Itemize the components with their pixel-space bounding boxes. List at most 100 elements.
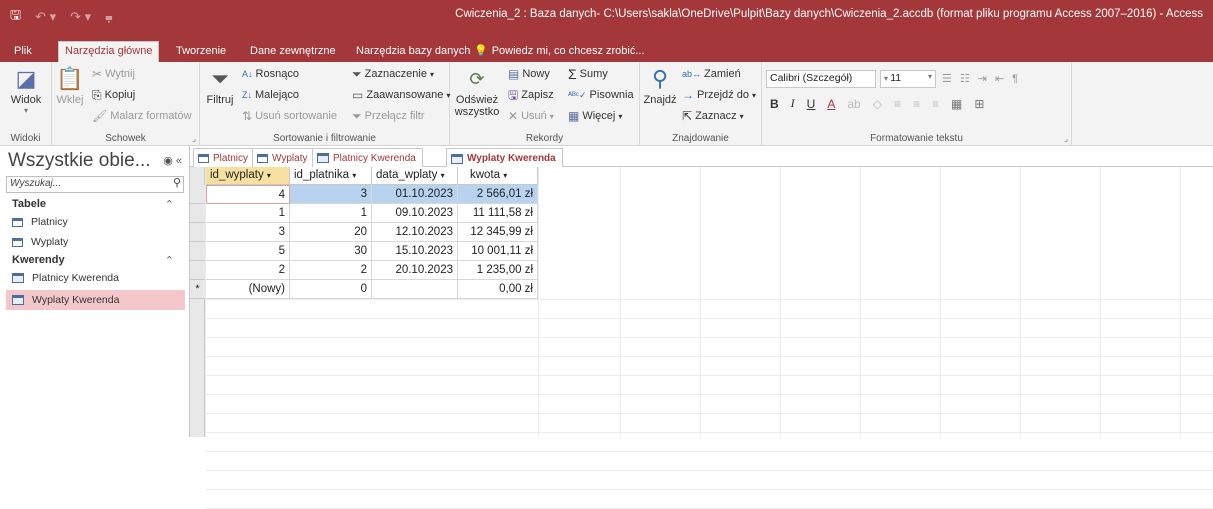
column-header-id-wyplaty[interactable]: id_wyplaty ▾ <box>206 167 290 185</box>
align-left-icon[interactable]: ≡ <box>894 97 901 111</box>
sort-descending-button[interactable]: Z↓ Malejąco <box>242 89 299 101</box>
tab-narzedzia-glowne[interactable]: Narzędzia główne <box>58 41 160 62</box>
nav-item-platnicy[interactable]: Platnicy <box>6 212 185 232</box>
refresh-all-button[interactable]: ⟳ Odśwież wszystko <box>454 66 500 118</box>
spelling-button[interactable]: ᴬᴮᶜ✓ Pisownia <box>568 89 634 101</box>
nav-menu-icon[interactable]: ◉ <box>163 155 176 167</box>
tell-me-box[interactable]: 💡 Powiedz mi, co chcesz zrobić... <box>468 42 651 62</box>
goto-button[interactable]: → Przejdź do ▾ <box>682 89 756 101</box>
table-cell[interactable]: 2 <box>290 261 372 280</box>
table-cell[interactable]: 4 <box>206 185 290 204</box>
tab-plik[interactable]: Plik <box>8 42 38 62</box>
nav-collapse-icon[interactable]: « <box>176 155 185 167</box>
column-header-id-platnika[interactable]: id_platnika ▾ <box>290 167 372 185</box>
save-icon[interactable]: 🖫 <box>10 6 21 28</box>
table-cell[interactable]: 3 <box>290 185 372 204</box>
gridlines-icon[interactable]: ⊞ <box>974 97 984 111</box>
table-cell[interactable]: 12 345,99 zł <box>458 223 538 242</box>
record-selector[interactable] <box>190 204 205 223</box>
table-cell[interactable]: 2 <box>206 261 290 280</box>
copy-button[interactable]: ⎘ Kopiuj <box>92 89 135 101</box>
new-record-cell[interactable] <box>372 280 458 299</box>
table-cell[interactable]: 20.10.2023 <box>372 261 458 280</box>
chevron-down-icon[interactable]: ▾ <box>267 171 271 180</box>
table-cell[interactable]: 2 566,01 zł <box>458 185 538 204</box>
nav-item-platnicy-kwerenda[interactable]: Platnicy Kwerenda <box>6 268 185 288</box>
italic-icon[interactable]: I <box>791 96 795 111</box>
align-center-icon[interactable]: ≡ <box>913 97 920 111</box>
underline-icon[interactable]: U <box>807 97 816 111</box>
doc-tab-wyplaty-kwerenda[interactable]: Wyplaty Kwerenda <box>446 148 563 168</box>
alternate-row-icon[interactable]: ▦ <box>951 97 962 111</box>
delete-record-button[interactable]: ✕ Usuń ▾ <box>508 110 554 122</box>
nav-item-wyplaty[interactable]: Wyplaty <box>6 232 185 252</box>
record-selector[interactable] <box>190 242 205 261</box>
font-size-select[interactable]: ▾ 11 ▾ <box>880 70 936 88</box>
more-button[interactable]: ▦ Więcej ▾ <box>568 110 622 122</box>
table-cell[interactable]: 5 <box>206 242 290 261</box>
totals-button[interactable]: Σ Sumy <box>568 67 608 81</box>
table-cell[interactable]: 3 <box>206 223 290 242</box>
new-record-cell[interactable]: 0,00 zł <box>458 280 538 299</box>
record-selector[interactable] <box>190 223 205 242</box>
dialog-launcher-icon[interactable]: ⌟ <box>192 134 196 143</box>
highlight-icon[interactable]: ab <box>847 97 860 111</box>
tab-tworzenie[interactable]: Tworzenie <box>170 42 232 62</box>
customize-qat-icon[interactable]: ⩦ <box>105 9 113 25</box>
find-button[interactable]: ⚲ Znajdź <box>642 66 678 106</box>
select-button[interactable]: ⇱ Zaznacz ▾ <box>682 110 744 122</box>
bold-icon[interactable]: B <box>770 97 779 111</box>
record-selector[interactable] <box>190 261 205 280</box>
align-right-icon[interactable]: ≡ <box>932 97 939 111</box>
replace-button[interactable]: ab↔ Zamień <box>682 68 741 80</box>
redo-icon[interactable]: ↷ ▾ <box>70 9 91 25</box>
view-button[interactable]: ◪ Widok ▾ <box>6 66 46 115</box>
nav-section-kwerendy[interactable]: Kwerendy ⌃ <box>12 254 182 267</box>
chevron-down-icon[interactable]: ▾ <box>441 171 445 180</box>
table-cell[interactable]: 12.10.2023 <box>372 223 458 242</box>
cut-button[interactable]: ✂ Wytnij <box>92 68 135 80</box>
new-record-cell[interactable]: 0 <box>290 280 372 299</box>
tab-dane-zewnetrzne[interactable]: Dane zewnętrzne <box>244 42 342 62</box>
dialog-launcher-icon[interactable]: ⌟ <box>1064 134 1068 143</box>
table-cell[interactable]: 1 <box>206 204 290 223</box>
font-color-icon[interactable]: A <box>827 97 835 111</box>
advanced-button[interactable]: ▭ Zaawansowane ▾ <box>352 89 450 101</box>
table-cell[interactable]: 20 <box>290 223 372 242</box>
toggle-filter-button[interactable]: ⏷ Przełącz filtr <box>352 110 425 122</box>
sort-ascending-button[interactable]: A↓ Rosnąco <box>242 68 299 80</box>
tab-narzedzia-bazy-danych[interactable]: Narzędzia bazy danych <box>350 42 476 62</box>
nav-section-tabele[interactable]: Tabele ⌃ <box>12 198 182 211</box>
nav-pane-title[interactable]: Wszystkie obie... <box>8 150 151 172</box>
table-cell[interactable]: 30 <box>290 242 372 261</box>
table-cell[interactable]: 09.10.2023 <box>372 204 458 223</box>
nav-search-input[interactable]: Wyszukaj... ⚲ <box>6 176 184 193</box>
save-record-button[interactable]: 🖫 Zapisz <box>508 89 554 101</box>
table-cell[interactable]: 1 <box>290 204 372 223</box>
column-header-data-wplaty[interactable]: data_wplaty ▾ <box>372 167 458 185</box>
filter-button[interactable]: ⏷ Filtruj <box>204 66 236 106</box>
column-header-kwota[interactable]: kwota ▾ <box>458 167 538 185</box>
table-cell[interactable]: 1 235,00 zł <box>458 261 538 280</box>
table-cell[interactable]: 01.10.2023 <box>372 185 458 204</box>
new-record-button[interactable]: ▤ Nowy <box>508 68 550 80</box>
fill-color-icon[interactable]: ◇ <box>873 97 882 111</box>
remove-sort-button[interactable]: ⇅ Usuń sortowanie <box>242 110 337 122</box>
doc-tab-platnicy[interactable]: Platnicy <box>193 148 256 167</box>
doc-tab-wyplaty[interactable]: Wyplaty <box>252 148 315 167</box>
list-buttons[interactable]: ☰ ☷ ⇥ ⇤ ¶ <box>942 72 1023 86</box>
paste-button[interactable]: 📋 Wklej <box>56 66 84 106</box>
format-painter-button[interactable]: 🖌 Malarz formatów <box>92 110 192 122</box>
table-cell[interactable]: 11 111,58 zł <box>458 204 538 223</box>
table-cell[interactable]: 15.10.2023 <box>372 242 458 261</box>
table-cell[interactable]: 10 001,11 zł <box>458 242 538 261</box>
record-selector[interactable]: * <box>190 280 205 299</box>
nav-item-wyplaty-kwerenda[interactable]: Wyplaty Kwerenda <box>6 290 185 310</box>
font-family-select[interactable]: Calibri (Szczegół) <box>766 70 876 88</box>
record-selector[interactable] <box>190 185 205 204</box>
chevron-down-icon[interactable]: ▾ <box>503 171 507 180</box>
chevron-down-icon[interactable]: ▾ <box>352 171 356 180</box>
selection-button[interactable]: ⏷ Zaznaczenie ▾ <box>352 68 434 80</box>
new-record-cell[interactable]: (Nowy) <box>206 280 290 299</box>
doc-tab-platnicy-kwerenda[interactable]: Platnicy Kwerenda <box>312 148 423 167</box>
